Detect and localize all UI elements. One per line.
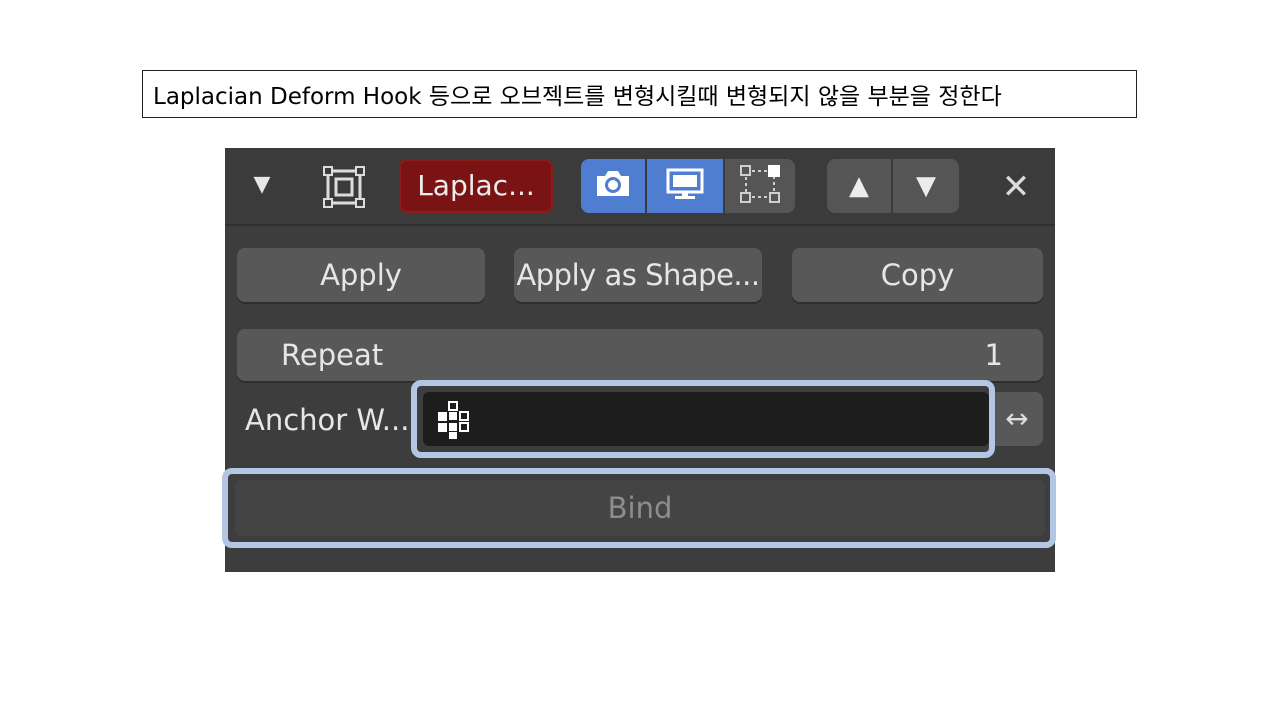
modifier-object-icon [321,164,367,210]
move-down-button[interactable]: ▼ [893,159,959,213]
highlight-box-anchor [411,380,995,458]
repeat-label: Repeat [281,338,384,372]
editmode-toggle-button[interactable] [725,159,795,213]
move-button-group: ▲ ▼ [827,159,959,213]
visibility-toggle-group [581,159,795,213]
anchor-weights-label: Anchor W... [245,403,410,437]
monitor-icon [665,167,705,205]
repeat-field[interactable]: Repeat 1 [237,329,1043,381]
copy-button[interactable]: Copy [792,248,1043,302]
repeat-value: 1 [984,338,1003,372]
highlight-box-bind [222,468,1056,548]
caption-text: Laplacian Deform Hook 등으로 오브젝트를 변형시킬때 변형… [142,70,1137,118]
viewport-toggle-button[interactable] [647,159,725,213]
invert-arrow-icon[interactable]: ↔ [991,392,1043,446]
close-icon[interactable]: ✕ [995,166,1037,208]
move-up-button[interactable]: ▲ [827,159,893,213]
render-toggle-button[interactable] [581,159,647,213]
camera-icon [593,168,633,204]
modifier-header: ▼ Laplac... ▲ ▼ ✕ [225,148,1055,226]
modifier-name-field[interactable]: Laplac... [399,159,553,213]
editmode-vertices-icon [738,163,782,209]
modifier-panel: ▼ Laplac... ▲ ▼ ✕ Apply Apply as Shape..… [222,148,1056,572]
collapse-arrow-icon[interactable]: ▼ [251,170,273,200]
apply-button[interactable]: Apply [237,248,485,302]
apply-as-shape-button[interactable]: Apply as Shape... [514,248,762,302]
